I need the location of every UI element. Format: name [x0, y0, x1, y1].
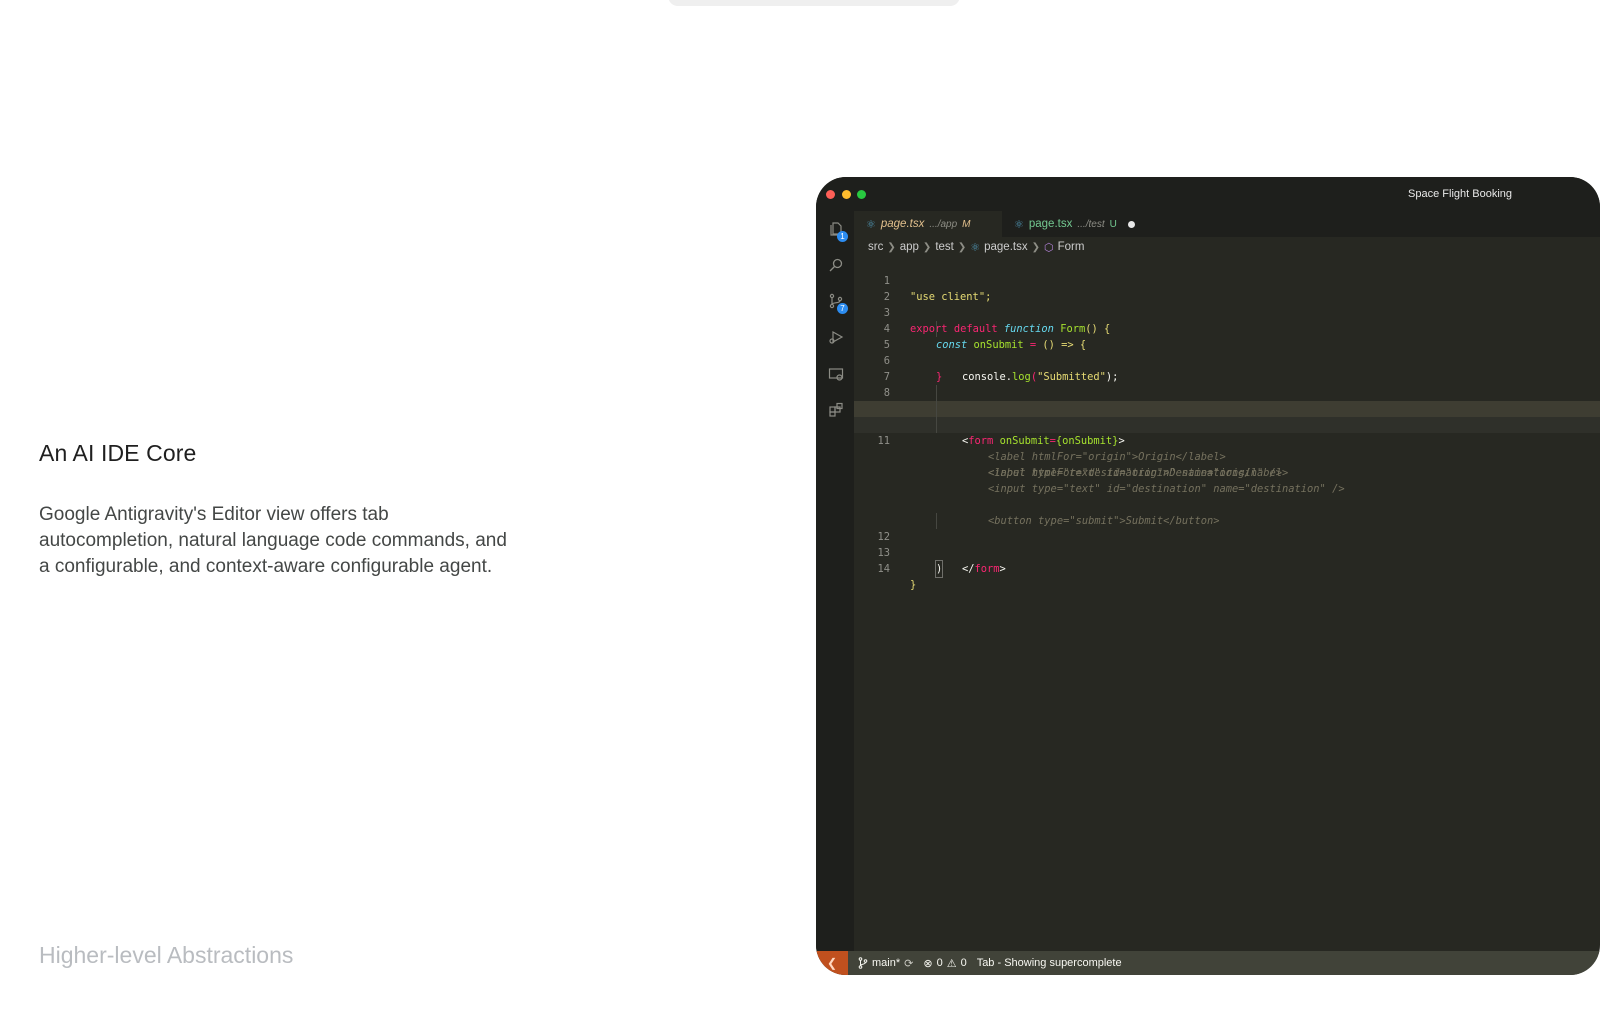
source-control-badge: 7	[837, 303, 848, 314]
explorer-icon[interactable]: 1	[827, 221, 848, 242]
status-message: Tab - Showing supercomplete	[976, 957, 1122, 969]
tab-path: .../test	[1077, 218, 1105, 230]
status-bar: ❮ main* ⟳ ⊗ 0 ⚠ 0 Tab - Showing supercom…	[816, 951, 1600, 975]
run-debug-icon[interactable]	[827, 329, 845, 347]
code-line: 14 }	[854, 545, 1600, 591]
source-control-icon[interactable]: 7	[827, 293, 848, 314]
code-line: 11 <input type="text" id="origin" name="…	[854, 417, 1600, 479]
code-line: 13 )	[854, 529, 1600, 578]
code-token: )	[934, 560, 944, 578]
title-bar: Space Flight Booking	[816, 177, 1600, 211]
react-icon: ⚛	[1014, 218, 1024, 231]
activity-bar: 1 7	[816, 211, 854, 951]
chevron-right-icon: ❯	[922, 241, 932, 253]
code-line: 12 </form>	[854, 513, 1600, 575]
explorer-badge: 1	[837, 231, 848, 242]
tab-page-test[interactable]: ⚛ page.tsx .../test U	[1002, 211, 1154, 237]
extensions-icon[interactable]	[827, 402, 845, 420]
cube-icon: ⬡	[1044, 241, 1054, 254]
react-icon: ⚛	[970, 241, 981, 254]
tab-label: page.tsx	[1028, 218, 1073, 230]
branch-name: main*	[872, 957, 901, 969]
breadcrumb-item[interactable]: page.tsx	[984, 241, 1027, 253]
code-line: <label htmlFor="destination">Destination…	[854, 449, 1600, 479]
code-editor[interactable]: 1 "use client"; 2 3 export default funct…	[854, 257, 1600, 591]
warning-count: 0	[960, 957, 967, 969]
tab-path: .../app	[929, 218, 958, 230]
code-line: 4 const onSubmit = () => {	[854, 305, 1600, 351]
code-token: }	[910, 579, 917, 591]
line-number: 14	[877, 563, 890, 575]
code-line: 7	[854, 353, 1600, 383]
chevron-right-icon: ❯	[1031, 241, 1040, 253]
code-line: 3 export default function Form() {	[854, 289, 1600, 335]
minimize-window-button[interactable]	[842, 190, 851, 199]
tab-git-status: U	[1109, 218, 1117, 230]
code-line: <button type="submit">Submit</button>	[854, 497, 1600, 527]
section-title: An AI IDE Core	[39, 440, 197, 466]
remote-explorer-icon[interactable]	[827, 366, 845, 384]
code-line-current: 10 <label htmlFor="origin">Origin</label…	[854, 401, 1600, 463]
code-line: 2	[854, 273, 1600, 303]
sync-icon: ⟳	[904, 957, 914, 970]
editor-tabs: ⚛ page.tsx .../app M ⚛ page.tsx .../test…	[854, 211, 1600, 237]
breadcrumb-item[interactable]: src	[868, 241, 883, 253]
remote-indicator-icon[interactable]: ❮	[816, 951, 848, 975]
close-window-button[interactable]	[826, 190, 835, 199]
search-icon[interactable]	[827, 257, 845, 275]
top-pill-tab	[668, 0, 960, 6]
maximize-window-button[interactable]	[857, 190, 866, 199]
higher-level-abstractions-link[interactable]: Higher-level Abstractions	[39, 942, 293, 969]
window-title: Space Flight Booking	[1408, 188, 1512, 200]
problems-status[interactable]: ⊗ 0 ⚠ 0	[923, 957, 966, 970]
section-description: Google Antigravity's Editor view offers …	[39, 504, 507, 577]
tab-git-status: M	[962, 218, 971, 230]
code-line: 5 console.log("Submitted");	[854, 321, 1600, 383]
breadcrumb-item[interactable]: test	[935, 241, 954, 253]
chevron-right-icon: ❯	[957, 241, 967, 253]
editor-window: Space Flight Booking 1 7 ⚛ page.tsx .../…	[816, 177, 1600, 975]
tab-page-app[interactable]: ⚛ page.tsx .../app M	[854, 211, 1002, 237]
code-line: <input type="text" id="destination" name…	[854, 465, 1600, 495]
code-line: 6 }	[854, 337, 1600, 383]
breadcrumb-item[interactable]: Form	[1058, 241, 1085, 253]
unsaved-dot-icon[interactable]	[1127, 220, 1135, 228]
code-line: 9 <form onSubmit={onSubmit}>	[854, 385, 1600, 447]
code-token: >	[999, 563, 1006, 575]
code-token: form	[974, 563, 1000, 575]
breadcrumb: src ❯ app ❯ test ❯ ⚛ page.tsx ❯ ⬡ Form	[868, 239, 1084, 255]
react-icon: ⚛	[866, 218, 876, 231]
branch-status[interactable]: main* ⟳	[858, 957, 913, 970]
breadcrumb-item[interactable]: app	[900, 241, 919, 253]
code-line: 8 return (	[854, 369, 1600, 416]
code-token: </	[962, 563, 975, 575]
code-line: 1 "use client";	[854, 257, 1600, 303]
tab-label: page.tsx	[880, 218, 925, 230]
error-icon: ⊗	[923, 957, 933, 970]
intro-section: An AI IDE Core Google Antigravity's Edit…	[39, 440, 519, 580]
chevron-right-icon: ❯	[887, 241, 896, 253]
error-count: 0	[936, 957, 943, 969]
warning-icon: ⚠	[946, 957, 957, 970]
